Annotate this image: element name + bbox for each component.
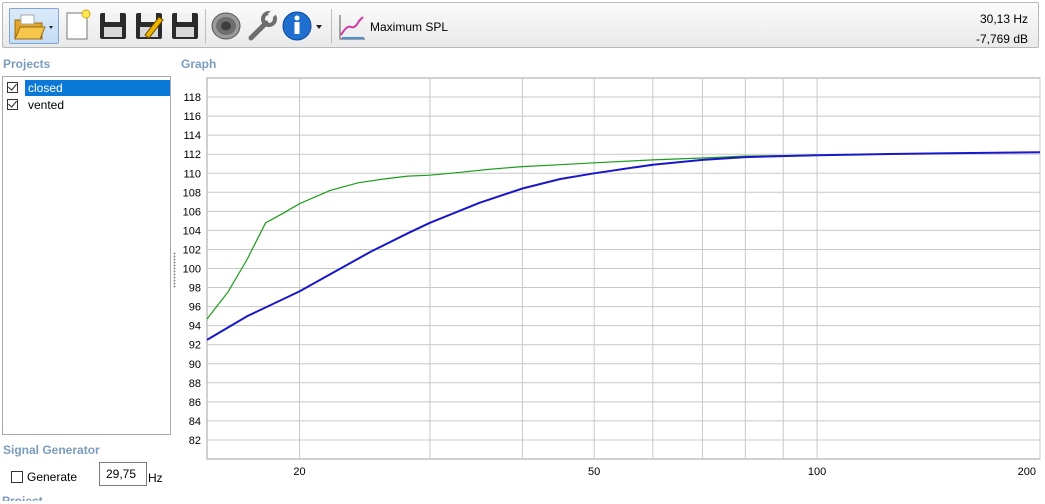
save-as-button[interactable] bbox=[133, 9, 165, 43]
y-tick-label: 84 bbox=[189, 416, 201, 428]
spl-chart[interactable]: 82 84 86 88 90 92 94 96 98 100 102 104 106 108 110 112 1… bbox=[175, 74, 1045, 501]
new-button[interactable] bbox=[63, 9, 93, 43]
y-tick-label: 102 bbox=[183, 244, 201, 256]
open-button[interactable] bbox=[9, 8, 59, 44]
project-label: vented bbox=[28, 98, 65, 112]
project-checkbox[interactable] bbox=[7, 99, 18, 110]
speaker-icon bbox=[211, 12, 241, 40]
save-icon bbox=[100, 13, 126, 39]
save-button[interactable] bbox=[97, 9, 129, 43]
info-button[interactable] bbox=[281, 9, 325, 43]
wrench-icon bbox=[248, 9, 277, 41]
graph-icon bbox=[339, 15, 365, 40]
graph-type-button[interactable] bbox=[337, 9, 367, 43]
cursor-level-readout: -7,769 dB bbox=[975, 32, 1028, 46]
y-tick-label: 82 bbox=[189, 435, 201, 447]
y-tick-label: 110 bbox=[183, 168, 201, 180]
graph-title: Graph bbox=[181, 57, 217, 71]
new-document-icon bbox=[66, 9, 91, 40]
x-tick-label: 100 bbox=[808, 466, 826, 478]
generate-checkbox[interactable] bbox=[11, 471, 23, 483]
graph-mode-label[interactable]: Maximum SPL bbox=[370, 20, 448, 34]
save-all-button[interactable] bbox=[169, 9, 201, 43]
frequency-unit: Hz bbox=[148, 471, 163, 485]
project-label: closed bbox=[25, 80, 170, 96]
settings-button[interactable] bbox=[245, 9, 279, 43]
project-section-title: Project bbox=[2, 494, 43, 501]
frequency-input[interactable] bbox=[99, 462, 147, 486]
projects-list[interactable]: closed vented bbox=[2, 76, 171, 435]
y-tick-label: 112 bbox=[183, 149, 201, 161]
x-tick-label: 200 bbox=[1018, 466, 1036, 478]
project-item-vented[interactable]: vented bbox=[5, 97, 170, 113]
save-all-icon bbox=[172, 13, 198, 39]
toolbar-separator bbox=[205, 9, 206, 43]
y-tick-label: 116 bbox=[183, 111, 201, 123]
y-tick-label: 96 bbox=[189, 302, 201, 314]
toolbar-separator bbox=[331, 9, 332, 43]
cursor-frequency-readout: 30,13 Hz bbox=[979, 12, 1028, 26]
save-as-icon bbox=[136, 13, 164, 39]
main-toolbar: Maximum SPL 30,13 Hz -7,769 dB bbox=[2, 2, 1039, 48]
projects-title: Projects bbox=[3, 57, 51, 71]
y-tick-label: 92 bbox=[189, 340, 201, 352]
generate-label[interactable]: Generate bbox=[27, 470, 77, 484]
y-tick-label: 94 bbox=[189, 321, 201, 333]
signal-generator-title: Signal Generator bbox=[3, 443, 100, 457]
driver-button[interactable] bbox=[209, 9, 243, 43]
y-tick-label: 106 bbox=[183, 206, 201, 218]
y-tick-label: 100 bbox=[183, 264, 201, 276]
y-tick-label: 114 bbox=[183, 130, 201, 142]
y-tick-label: 108 bbox=[183, 187, 201, 199]
x-tick-label: 50 bbox=[588, 466, 600, 478]
x-tick-label: 20 bbox=[293, 466, 305, 478]
y-tick-label: 98 bbox=[189, 283, 201, 295]
graph-panel[interactable]: 82 84 86 88 90 92 94 96 98 100 102 104 106 108 110 112 1… bbox=[175, 74, 1045, 501]
y-tick-label: 118 bbox=[183, 92, 201, 104]
y-tick-label: 104 bbox=[183, 225, 201, 237]
open-folder-icon bbox=[14, 14, 53, 40]
y-tick-label: 90 bbox=[189, 359, 201, 371]
info-icon bbox=[282, 11, 322, 41]
y-tick-label: 86 bbox=[189, 397, 201, 409]
project-item-closed[interactable]: closed bbox=[5, 80, 170, 96]
project-checkbox[interactable] bbox=[7, 82, 18, 93]
y-tick-label: 88 bbox=[189, 378, 201, 390]
